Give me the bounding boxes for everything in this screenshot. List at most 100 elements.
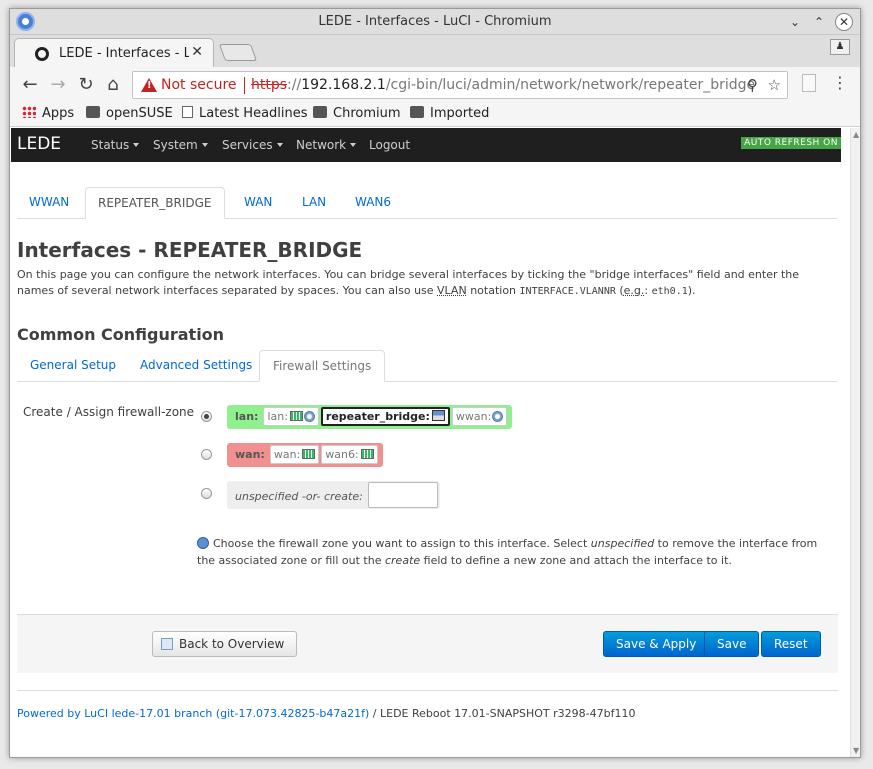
home-icon[interactable]: ⌂ — [103, 75, 123, 95]
zone-lan-label: lan: — [235, 410, 259, 423]
zone-wan[interactable]: wan: wan: wan6: — [227, 443, 383, 467]
hint-text: Choose the firewall zone you want to ass… — [213, 537, 591, 550]
url-text[interactable]: https://192.168.2.1/cgi-bin/luci/admin/n… — [251, 77, 755, 93]
network-wan: wan: — [269, 445, 320, 464]
reload-icon[interactable]: ↻ — [76, 75, 96, 95]
tab-wan[interactable]: WAN — [232, 187, 284, 219]
scroll-up-icon[interactable]: ▲ — [853, 130, 859, 139]
reset-button[interactable]: Reset — [761, 631, 821, 657]
scroll-down-icon[interactable]: ▼ — [853, 746, 859, 755]
url-path: /cgi-bin/luci/admin/network/network/repe… — [385, 77, 756, 93]
tab-wwan[interactable]: WWAN — [17, 187, 81, 219]
back-arrow-icon[interactable]: ← — [20, 75, 40, 95]
new-tab-button[interactable] — [218, 44, 258, 61]
bookmark-label: Chromium — [333, 106, 401, 121]
nav-system[interactable]: System — [153, 138, 208, 152]
nav-status[interactable]: Status — [91, 138, 139, 152]
not-secure-label[interactable]: Not secure — [161, 77, 237, 93]
browser-menu-icon[interactable]: ⋮ — [832, 73, 848, 92]
tab-strip: LEDE - Interfaces - LuCI ✕ ♟ — [10, 35, 860, 67]
zoom-icon[interactable]: ⚲ — [747, 76, 758, 94]
browser-tab[interactable]: LEDE - Interfaces - LuCI ✕ — [14, 38, 214, 67]
save-apply-button[interactable]: Save & Apply — [603, 631, 710, 657]
nav-services[interactable]: Services — [222, 138, 283, 152]
bookmarks-bar: Apps openSUSE Latest Headlines Chromium … — [10, 103, 860, 127]
desc-text: : — [644, 284, 652, 297]
section-title: Common Configuration — [17, 325, 225, 344]
bookmark-chromium[interactable]: Chromium — [313, 106, 401, 121]
bookmark-label: Apps — [42, 106, 75, 121]
luci-footer-link[interactable]: Powered by LuCI lede-17.01 branch (git-1… — [17, 707, 369, 720]
network-repeater-bridge: repeater_bridge: — [320, 407, 450, 426]
bookmark-imported[interactable]: Imported — [410, 106, 489, 121]
address-bar[interactable]: Not secure https://192.168.2.1/cgi-bin/l… — [132, 71, 788, 99]
network-label: lan: — [267, 410, 288, 423]
back-to-overview-button[interactable]: Back to Overview — [152, 631, 298, 657]
network-label: repeater_bridge: — [325, 410, 430, 423]
browser-window: LEDE - Interfaces - LuCI - Chromium ⌄ ⌃ … — [9, 8, 861, 758]
subtab-general-setup[interactable]: General Setup — [17, 350, 129, 382]
save-button[interactable]: Save — [704, 631, 760, 657]
profile-icon[interactable]: ♟ — [830, 39, 850, 55]
network-label: wan: — [273, 448, 301, 461]
url-separator: :// — [287, 77, 302, 93]
code-vlan-notation: INTERFACE.VLANNR — [519, 286, 616, 297]
ethernet-icon — [302, 449, 316, 459]
bookmark-apps[interactable]: Apps — [22, 106, 74, 121]
bookmark-label: openSUSE — [106, 106, 173, 121]
tab-wan6[interactable]: WAN6 — [343, 187, 403, 219]
minimize-icon[interactable]: ⌄ — [786, 13, 804, 31]
tab-close-icon[interactable]: ✕ — [191, 44, 203, 60]
close-window-icon[interactable]: ✕ — [835, 13, 853, 31]
code-example: eth0.1 — [651, 286, 688, 297]
network-label: wwan: — [455, 410, 492, 423]
back-icon — [161, 638, 173, 650]
tab-lan[interactable]: LAN — [290, 187, 338, 219]
firewall-hint: Choose the firewall zone you want to ass… — [197, 535, 837, 569]
auto-refresh-badge[interactable]: AUTO REFRESH ON — [741, 137, 841, 149]
ethernet-icon — [360, 449, 374, 459]
apps-grid-icon — [22, 106, 36, 118]
maximize-icon[interactable]: ⌃ — [810, 13, 828, 31]
folder-icon — [410, 106, 424, 118]
page-scrollbar[interactable]: ▲ ▼ — [850, 128, 860, 757]
tab-title: LEDE - Interfaces - LuCI — [59, 46, 189, 61]
window-title: LEDE - Interfaces - LuCI - Chromium — [318, 14, 552, 29]
bridge-icon — [431, 410, 445, 421]
subtab-advanced-settings[interactable]: Advanced Settings — [127, 350, 265, 382]
title-bar: LEDE - Interfaces - LuCI - Chromium ⌄ ⌃ … — [10, 9, 860, 35]
config-subtabs: General Setup Advanced Settings Firewall… — [17, 350, 837, 382]
url-scheme: https — [251, 77, 288, 93]
extension-icon[interactable] — [802, 74, 816, 92]
unspecified-label: unspecified -or- create: — [235, 490, 363, 503]
bookmark-opensuse[interactable]: openSUSE — [86, 106, 173, 121]
nav-network[interactable]: Network — [296, 138, 356, 152]
hint-emphasis: unspecified — [590, 537, 655, 550]
network-label: wan6: — [325, 448, 359, 461]
luci-navbar: LEDE Status System Services Network Logo… — [11, 128, 841, 162]
folder-icon — [313, 106, 327, 118]
zone-wan-label: wan: — [235, 448, 265, 461]
radio-zone-wan[interactable] — [201, 449, 212, 460]
radio-zone-lan[interactable] — [201, 411, 212, 422]
brand-logo[interactable]: LEDE — [17, 134, 61, 154]
subtab-firewall-settings[interactable]: Firewall Settings — [259, 350, 386, 382]
hint-text: field to define a new zone and attach th… — [420, 554, 732, 567]
bookmark-latest-headlines[interactable]: Latest Headlines — [182, 106, 308, 121]
bookmark-label: Imported — [430, 106, 490, 121]
bookmark-star-icon[interactable]: ☆ — [768, 76, 781, 94]
tab-repeater-bridge[interactable]: REPEATER_BRIDGE — [85, 187, 225, 219]
nav-logout[interactable]: Logout — [369, 138, 410, 152]
desc-text: notation — [466, 284, 520, 297]
radio-zone-unspecified[interactable] — [201, 488, 212, 499]
zone-lan[interactable]: lan: lan: repeater_bridge: wwan: — [227, 405, 513, 429]
create-zone-input[interactable] — [368, 482, 438, 508]
page-title: Interfaces - REPEATER_BRIDGE — [17, 238, 363, 262]
forward-arrow-icon[interactable]: → — [48, 75, 68, 95]
wifi-icon — [492, 411, 504, 422]
zone-unspecified: unspecified -or- create: — [227, 481, 440, 509]
url-host: 192.168.2.1 — [301, 77, 386, 93]
page-footer: Powered by LuCI lede-17.01 branch (git-1… — [17, 707, 635, 720]
footer-divider — [17, 690, 838, 691]
browser-toolbar: ← → ↻ ⌂ Not secure https://192.168.2.1/c… — [10, 67, 860, 103]
